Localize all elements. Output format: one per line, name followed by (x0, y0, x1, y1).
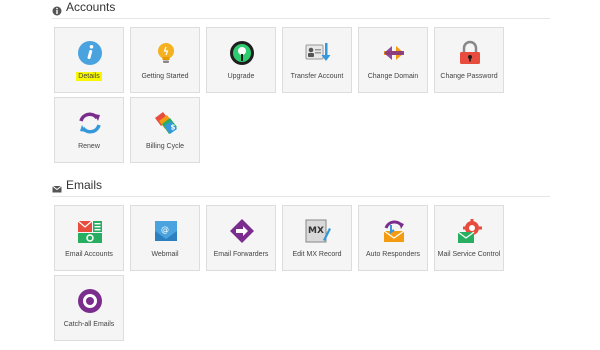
tile-upgrade[interactable]: Upgrade (206, 27, 276, 93)
tile-billing-cycle-label: Billing Cycle (145, 143, 185, 150)
email-accounts-icon (77, 218, 103, 244)
tile-edit-mx-record[interactable]: MX Edit MX Record (282, 205, 352, 271)
tile-renew-label: Renew (78, 143, 100, 150)
webmail-icon: @ (153, 218, 179, 244)
tile-details-label: Details (76, 72, 102, 81)
billing-tags-icon: $ (153, 110, 179, 136)
mail-service-control-icon (457, 218, 483, 244)
change-domain-icon (381, 40, 407, 66)
tile-auto-responders[interactable]: Auto Responders (358, 205, 428, 271)
tile-change-domain[interactable]: Change Domain (358, 27, 428, 93)
auto-responders-icon (381, 218, 407, 244)
tile-webmail[interactable]: @ Webmail (130, 205, 200, 271)
svg-text:MX: MX (308, 226, 324, 236)
tile-email-accounts[interactable]: Email Accounts (54, 205, 124, 271)
accounts-section-header: Accounts (52, 0, 550, 19)
tile-edit-mx-record-label: Edit MX Record (292, 251, 342, 258)
accounts-section-title: Accounts (66, 0, 116, 14)
catch-all-icon (77, 288, 103, 314)
tile-catch-all-emails-label: Catch-all Emails (63, 321, 115, 328)
tile-change-domain-label: Change Domain (367, 73, 419, 80)
padlock-icon (457, 40, 483, 66)
tile-getting-started[interactable]: Getting Started (130, 27, 200, 93)
envelope-icon (52, 181, 62, 193)
tile-change-password-label: Change Password (440, 73, 498, 80)
tile-auto-responders-label: Auto Responders (365, 251, 421, 258)
tile-change-password[interactable]: Change Password (434, 27, 504, 93)
tile-transfer-account[interactable]: Transfer Account (282, 27, 352, 93)
tile-catch-all-emails[interactable]: Catch-all Emails (54, 275, 124, 341)
info-icon (77, 40, 103, 66)
tile-webmail-label: Webmail (151, 251, 179, 258)
emails-section-header: Emails (52, 178, 550, 197)
svg-text:$: $ (171, 124, 176, 132)
emails-section-title: Emails (66, 178, 103, 192)
tile-upgrade-label: Upgrade (227, 73, 255, 80)
tile-email-forwarders[interactable]: Email Forwarders (206, 205, 276, 271)
transfer-account-icon (305, 40, 331, 66)
tile-email-accounts-label: Email Accounts (65, 251, 113, 258)
mx-record-icon: MX (305, 218, 331, 244)
tile-details[interactable]: Details (54, 27, 124, 93)
email-forwarders-icon (229, 218, 255, 244)
info-circle-icon (52, 3, 62, 16)
tile-mail-service-control[interactable]: Mail Service Control (434, 205, 504, 271)
svg-text:@: @ (161, 225, 169, 234)
tile-mail-service-control-label: Mail Service Control (437, 251, 501, 258)
tile-transfer-account-label: Transfer Account (290, 73, 344, 80)
tile-email-forwarders-label: Email Forwarders (213, 251, 269, 258)
upgrade-icon (229, 40, 255, 66)
tile-getting-started-label: Getting Started (141, 73, 189, 80)
tile-billing-cycle[interactable]: $ Billing Cycle (130, 97, 200, 163)
renew-icon (77, 110, 103, 136)
lightbulb-icon (153, 40, 179, 66)
tile-renew[interactable]: Renew (54, 97, 124, 163)
